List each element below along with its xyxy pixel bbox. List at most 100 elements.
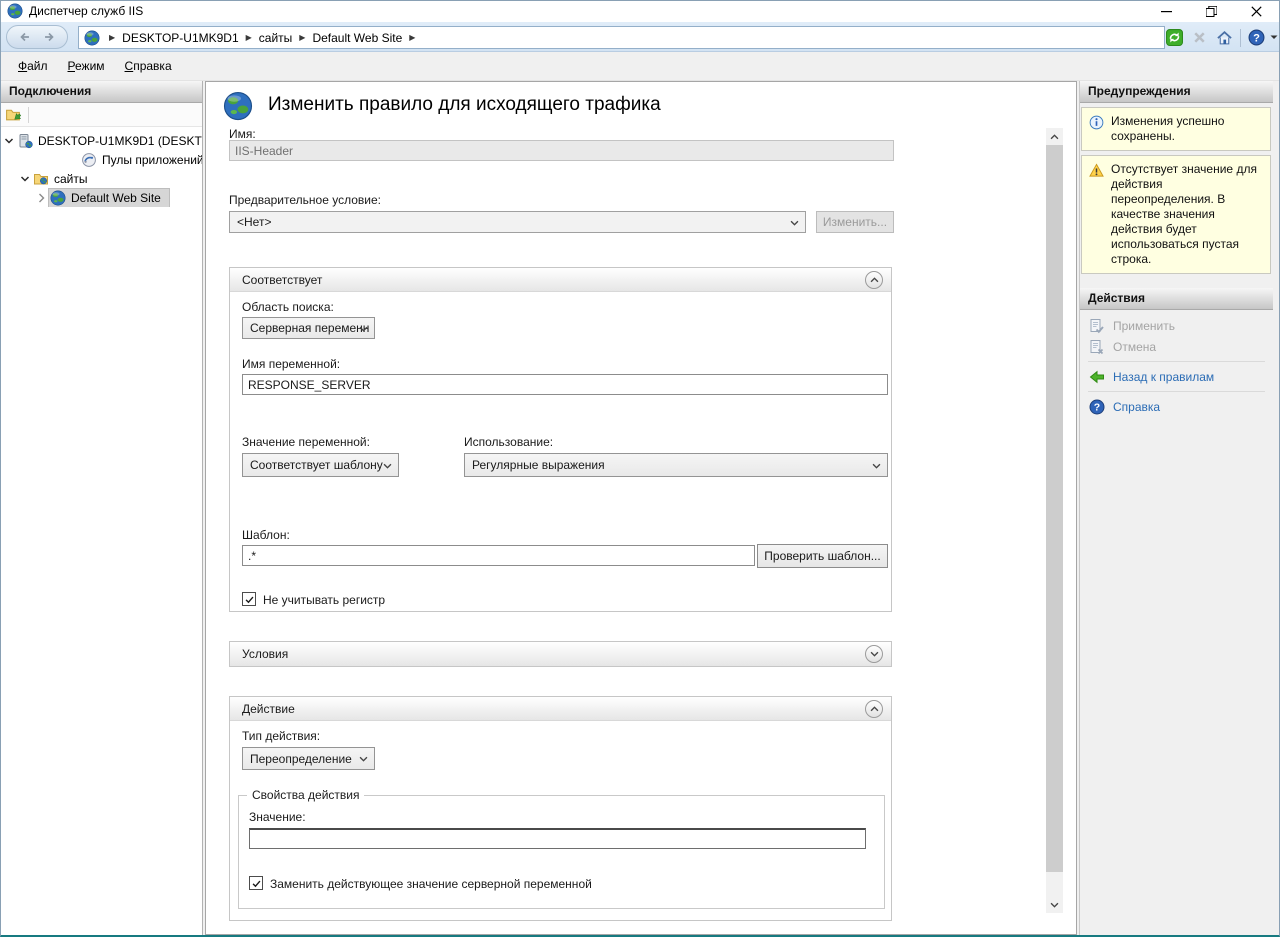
window-title: Диспетчер служб IIS: [29, 4, 143, 18]
chevron-down-icon: [359, 756, 368, 762]
tree-item-default-web-site[interactable]: Default Web Site: [1, 188, 202, 207]
nav-buttons: [6, 25, 68, 49]
checkmark-icon: [251, 878, 262, 889]
toolbar-divider: [1240, 29, 1241, 47]
menu-file[interactable]: Файл: [8, 55, 58, 77]
action-type-select[interactable]: Переопределение: [242, 747, 375, 770]
tree-item-label: Пулы приложений: [102, 153, 202, 167]
help-button[interactable]: [1245, 27, 1267, 49]
match-section-title: Соответствует: [242, 273, 322, 287]
chevron-down-icon: [872, 463, 881, 469]
back-to-rules-action[interactable]: Назад к правилам: [1080, 366, 1273, 387]
alert-info: Изменения успешно сохранены.: [1081, 107, 1271, 151]
expander-open-icon[interactable]: [4, 136, 14, 146]
apply-action[interactable]: Применить: [1080, 315, 1273, 336]
chevron-down-icon: [359, 326, 368, 332]
tree-item-app-pools[interactable]: Пулы приложений: [1, 150, 202, 169]
collapse-section-button[interactable]: [865, 700, 883, 718]
action-section-header[interactable]: Действие: [230, 697, 891, 721]
action-value-label: Значение:: [249, 810, 306, 824]
alert-text: Отсутствует значение для действия переоп…: [1111, 162, 1257, 266]
precondition-label: Предварительное условие:: [229, 193, 381, 207]
variable-name-field[interactable]: [242, 374, 888, 395]
address-bar[interactable]: ▶ DESKTOP-U1MK9D1 ▶ сайты ▶ Default Web …: [78, 26, 1165, 49]
main-content: Изменить правило для исходящего трафика …: [205, 81, 1077, 935]
apply-icon: [1089, 318, 1105, 334]
scrollbar-thumb[interactable]: [1046, 145, 1063, 872]
variable-value-select[interactable]: Соответствует шаблону: [242, 453, 399, 477]
usage-select[interactable]: Регулярные выражения: [464, 453, 888, 477]
chevron-down-icon: [790, 220, 799, 226]
breadcrumb-arrow-icon: ▶: [109, 33, 115, 42]
usage-value: Регулярные выражения: [472, 458, 605, 472]
cancel-action[interactable]: Отмена: [1080, 336, 1273, 357]
restore-button[interactable]: [1189, 0, 1234, 22]
selected-tree-item[interactable]: Default Web Site: [49, 189, 169, 207]
cancel-icon: [1089, 339, 1105, 355]
menu-view[interactable]: Режим: [58, 55, 115, 77]
breadcrumb-server[interactable]: DESKTOP-U1MK9D1: [122, 31, 238, 45]
ignore-case-checkbox[interactable]: [242, 592, 256, 606]
help-icon: [1248, 29, 1265, 46]
help-dropdown-button[interactable]: [1270, 27, 1280, 49]
expander-closed-icon[interactable]: [38, 193, 45, 203]
sites-folder-icon: [33, 171, 49, 187]
tree-item-sites[interactable]: сайты: [1, 169, 202, 188]
server-icon: [17, 133, 33, 149]
expand-section-button[interactable]: [865, 645, 883, 663]
stop-button[interactable]: [1188, 27, 1210, 49]
site-globe-icon: [50, 190, 66, 206]
scroll-up-button[interactable]: [1046, 128, 1063, 145]
breadcrumb-default-web-site[interactable]: Default Web Site: [312, 31, 402, 45]
connections-toolbar: [1, 103, 202, 127]
app-icon: [7, 3, 23, 19]
action-type-value: Переопределение: [250, 752, 352, 766]
action-section: Действие Тип действия: Переопределение С…: [229, 696, 892, 921]
refresh-button[interactable]: [1163, 27, 1185, 49]
page-title: Изменить правило для исходящего трафика: [268, 94, 661, 116]
scroll-down-button[interactable]: [1046, 896, 1063, 913]
edit-precondition-button[interactable]: Изменить...: [816, 211, 894, 233]
home-icon: [1216, 29, 1233, 46]
variable-name-label: Имя переменной:: [242, 357, 340, 371]
forward-icon[interactable]: [42, 30, 56, 44]
close-button[interactable]: [1234, 0, 1279, 22]
action-properties-group: Свойства действия Значение: Заменить дей…: [238, 795, 885, 909]
ignore-case-label[interactable]: Не учитывать регистр: [263, 593, 385, 607]
expander-open-icon[interactable]: [20, 174, 30, 184]
connections-header: Подключения: [1, 81, 202, 103]
tree-item-label: сайты: [54, 172, 88, 186]
alert-warning: Отсутствует значение для действия переоп…: [1081, 155, 1271, 274]
name-field[interactable]: [229, 140, 894, 161]
back-icon[interactable]: [18, 30, 32, 44]
pattern-field[interactable]: [242, 545, 755, 566]
action-section-title: Действие: [242, 702, 295, 716]
replace-value-label[interactable]: Заменить действующее значение серверной …: [270, 877, 592, 891]
minimize-button[interactable]: [1144, 0, 1189, 22]
breadcrumb-sites[interactable]: сайты: [259, 31, 293, 45]
replace-value-checkbox[interactable]: [249, 876, 263, 890]
action-type-label: Тип действия:: [242, 729, 320, 743]
scope-select[interactable]: Серверная переменн: [242, 317, 375, 339]
menu-help[interactable]: Справка: [115, 55, 182, 77]
navigation-toolbar: ▶ DESKTOP-U1MK9D1 ▶ сайты ▶ Default Web …: [0, 22, 1280, 52]
alert-text: Изменения успешно сохранены.: [1111, 114, 1224, 143]
action-value-field[interactable]: [249, 828, 866, 849]
alerts-header: Предупреждения: [1080, 81, 1273, 103]
tree-item-server[interactable]: DESKTOP-U1MK9D1 (DESKTOP: [1, 131, 202, 150]
create-connection-icon[interactable]: [5, 106, 22, 123]
vertical-scrollbar[interactable]: [1046, 128, 1063, 913]
match-section-header[interactable]: Соответствует: [230, 268, 891, 292]
precondition-select[interactable]: <Нет>: [229, 211, 806, 233]
help-action[interactable]: Справка: [1080, 396, 1273, 417]
back-to-rules-label: Назад к правилам: [1113, 370, 1214, 384]
home-button[interactable]: [1213, 27, 1235, 49]
apply-label: Применить: [1113, 319, 1175, 333]
chevron-up-icon: [870, 706, 879, 712]
variable-value-label: Значение переменной:: [242, 435, 370, 449]
test-pattern-button[interactable]: Проверить шаблон...: [757, 544, 888, 568]
chevron-down-icon: [383, 463, 392, 469]
caret-down-icon: [1270, 35, 1278, 40]
conditions-section-header[interactable]: Условия: [230, 642, 891, 666]
collapse-section-button[interactable]: [865, 271, 883, 289]
